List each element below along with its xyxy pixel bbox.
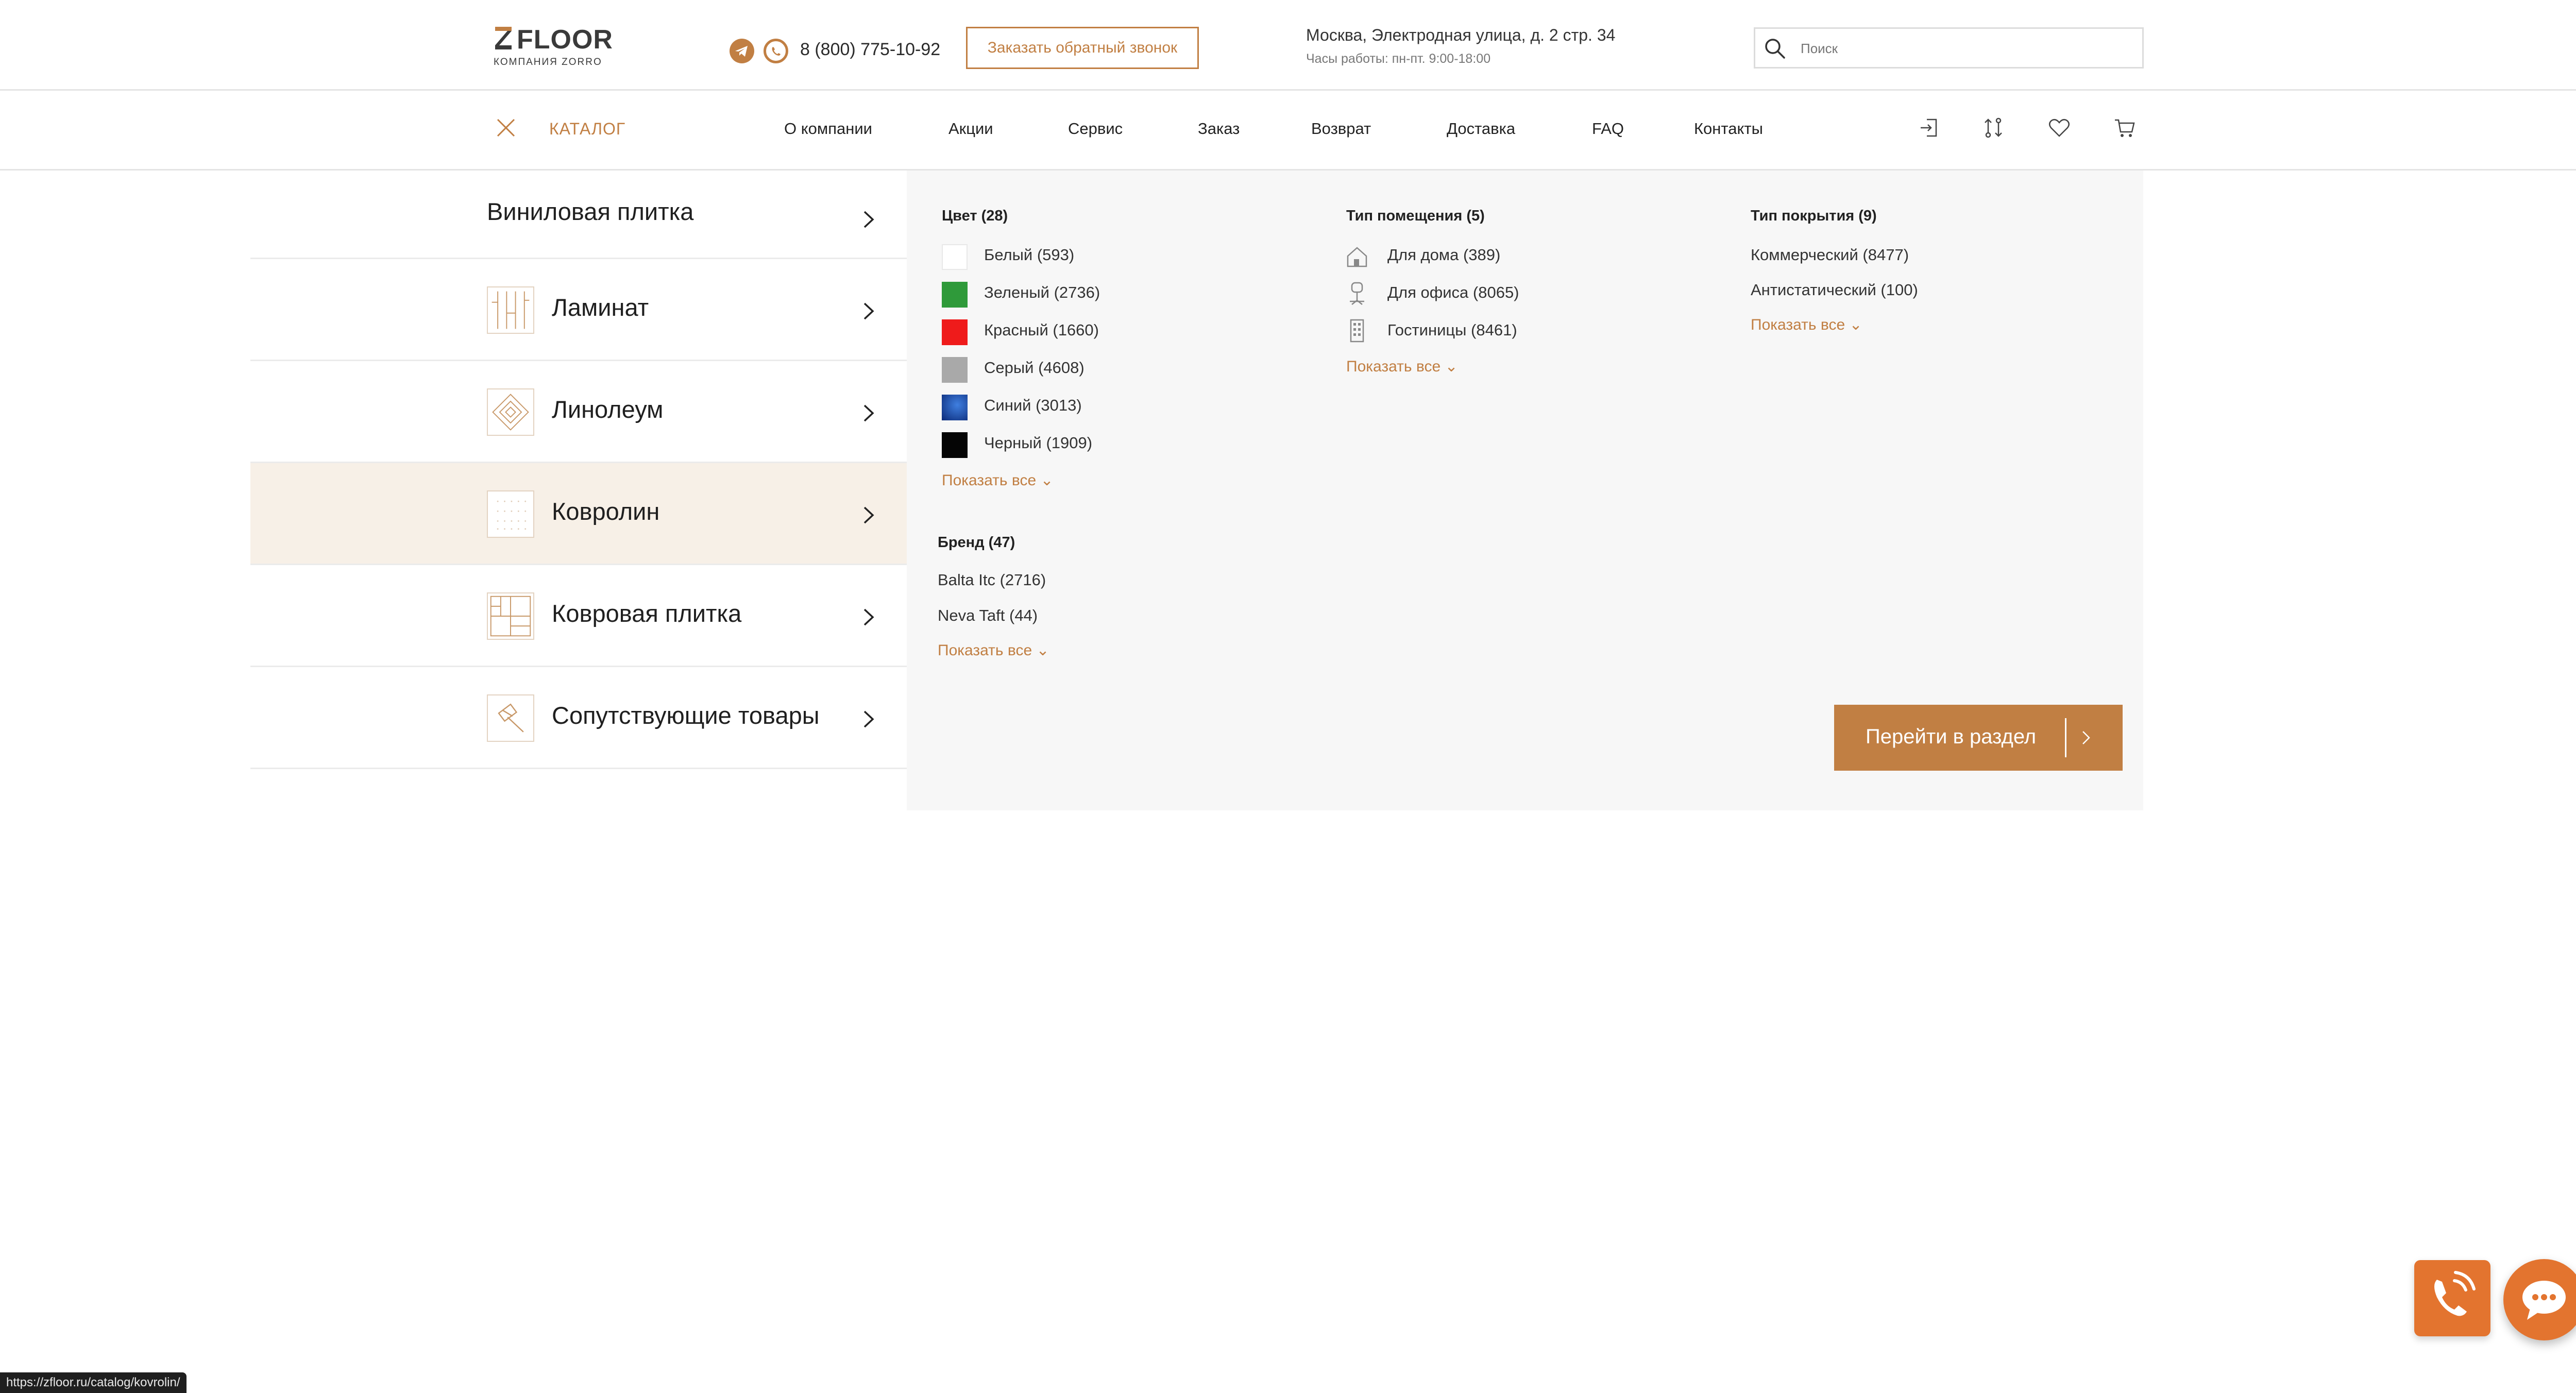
chevron-right-icon <box>863 404 874 422</box>
laminate-icon <box>487 286 534 334</box>
category-label: Ковровая плитка <box>552 600 742 627</box>
office-chair-icon <box>1350 282 1364 305</box>
nav-link-delivery[interactable]: Доставка <box>1447 120 1515 138</box>
show-all-brands-link[interactable]: Показать все ⌄ <box>938 641 1049 659</box>
linoleum-icon <box>487 388 534 436</box>
go-to-section-label: Перейти в раздел <box>1866 725 2037 748</box>
category-row-accessories[interactable]: Сопутствующие товары <box>250 667 907 769</box>
telegram-icon[interactable] <box>730 39 754 63</box>
catalog-toggle[interactable]: КАТАЛОГ <box>549 120 625 139</box>
category-row-vinyl[interactable]: Виниловая плитка <box>250 171 907 259</box>
cart-icon[interactable] <box>2112 115 2137 140</box>
logo-z-icon[interactable] <box>495 27 512 49</box>
filter-room-title: Тип помещения (5) <box>1346 208 1485 224</box>
show-all-colors-link[interactable]: Показать все ⌄ <box>942 471 1054 489</box>
compare-icon[interactable] <box>1981 115 2006 140</box>
show-all-coatings-link[interactable]: Показать все ⌄ <box>1751 316 1862 334</box>
color-swatch-white[interactable] <box>942 244 968 270</box>
show-all-label: Показать все <box>938 642 1032 659</box>
accessories-icon <box>487 694 534 742</box>
filter-brand-title: Бренд (47) <box>938 534 1015 551</box>
color-swatch-black[interactable] <box>942 432 968 458</box>
nav-link-service[interactable]: Сервис <box>1068 120 1123 138</box>
nav-link-faq[interactable]: FAQ <box>1592 120 1624 138</box>
nav-link-contacts[interactable]: Контакты <box>1694 120 1763 138</box>
filter-coating-option[interactable]: Антистатический (100) <box>1751 281 1918 299</box>
callback-fab[interactable] <box>2414 1260 2490 1336</box>
chevron-right-icon <box>863 211 874 228</box>
chevron-right-icon <box>863 302 874 320</box>
color-swatch-green[interactable] <box>942 282 968 308</box>
filter-coating-option[interactable]: Коммерческий (8477) <box>1751 246 1909 264</box>
category-row-linoleum[interactable]: Линолеум <box>250 361 907 463</box>
filter-color-option[interactable]: Черный (1909) <box>984 434 1092 452</box>
color-swatch-gray[interactable] <box>942 357 968 383</box>
category-label: Ковролин <box>552 498 660 525</box>
filter-room-option[interactable]: Для дома (389) <box>1387 246 1500 264</box>
show-all-rooms-link[interactable]: Показать все ⌄ <box>1346 358 1458 376</box>
phone-number[interactable]: 8 (800) 775-10-92 <box>800 40 940 60</box>
show-all-label: Показать все <box>1346 358 1441 375</box>
filter-brand-option[interactable]: Balta Itc (2716) <box>938 571 1046 589</box>
house-icon <box>1347 247 1367 267</box>
category-label: Виниловая плитка <box>487 198 694 225</box>
close-icon[interactable] <box>495 116 517 139</box>
chevron-right-icon <box>863 506 874 524</box>
address: Москва, Электродная улица, д. 2 стр. 34 <box>1306 26 1616 44</box>
main-nav: КАТАЛОГ О компании Акции Сервис Заказ Во… <box>0 91 2576 171</box>
category-label: Линолеум <box>552 396 664 423</box>
hotel-icon <box>1350 319 1364 343</box>
login-icon[interactable] <box>1917 115 1941 140</box>
show-all-label: Показать все <box>942 472 1037 489</box>
category-label: Сопутствующие товары <box>552 702 820 729</box>
category-label: Ламинат <box>552 294 649 321</box>
status-bar-url: https://zfloor.ru/catalog/kovrolin/ <box>0 1372 187 1393</box>
show-all-label: Показать все <box>1751 316 1845 333</box>
filter-color-option[interactable]: Серый (4608) <box>984 359 1084 377</box>
filter-color-option[interactable]: Синий (3013) <box>984 396 1082 415</box>
filter-brand-option[interactable]: Neva Taft (44) <box>938 606 1038 625</box>
callback-button[interactable]: Заказать обратный звонок <box>966 27 1199 69</box>
nav-link-promotions[interactable]: Акции <box>948 120 993 138</box>
carpet-tile-icon <box>487 592 534 640</box>
filter-color-option[interactable]: Красный (1660) <box>984 321 1099 339</box>
filter-color-option[interactable]: Белый (593) <box>984 246 1074 264</box>
button-divider <box>2065 718 2066 757</box>
heart-icon[interactable] <box>2047 115 2072 140</box>
chevron-right-icon <box>863 608 874 626</box>
whatsapp-icon[interactable] <box>764 39 788 63</box>
carpet-icon <box>487 490 534 538</box>
filter-color-title: Цвет (28) <box>942 208 1008 224</box>
filter-room-option[interactable]: Гостиницы (8461) <box>1387 321 1517 339</box>
filter-coating-title: Тип покрытия (9) <box>1751 208 1877 224</box>
nav-link-order[interactable]: Заказ <box>1198 120 1240 138</box>
search-box[interactable] <box>1754 27 2144 69</box>
nav-link-about[interactable]: О компании <box>784 120 872 138</box>
chevron-right-icon <box>863 710 874 728</box>
category-row-carpet-tile[interactable]: Ковровая плитка <box>250 565 907 667</box>
chat-fab[interactable] <box>2503 1259 2576 1340</box>
filter-color-option[interactable]: Зеленый (2736) <box>984 283 1100 302</box>
color-swatch-red[interactable] <box>942 319 968 345</box>
filter-room-option[interactable]: Для офиса (8065) <box>1387 283 1519 302</box>
logo-text[interactable]: FLOOR <box>517 24 613 55</box>
working-hours: Часы работы: пн-пт. 9:00-18:00 <box>1306 52 1491 66</box>
chevron-right-icon <box>2082 731 2090 744</box>
search-icon[interactable] <box>1764 37 1786 60</box>
site-header: FLOOR КОМПАНИЯ ZORRO 8 (800) 775-10-92 З… <box>0 0 2576 91</box>
go-to-section-button[interactable]: Перейти в раздел <box>1834 705 2123 771</box>
category-row-carpet[interactable]: Ковролин <box>250 463 907 565</box>
phone-icon <box>2434 1271 2476 1316</box>
chat-bubble-icon <box>2522 1281 2566 1320</box>
nav-link-return[interactable]: Возврат <box>1311 120 1371 138</box>
category-row-laminate[interactable]: Ламинат <box>250 259 907 361</box>
color-swatch-blue[interactable] <box>942 395 968 420</box>
logo-subtitle: КОМПАНИЯ ZORRO <box>494 57 602 67</box>
search-input[interactable] <box>1800 29 2131 68</box>
